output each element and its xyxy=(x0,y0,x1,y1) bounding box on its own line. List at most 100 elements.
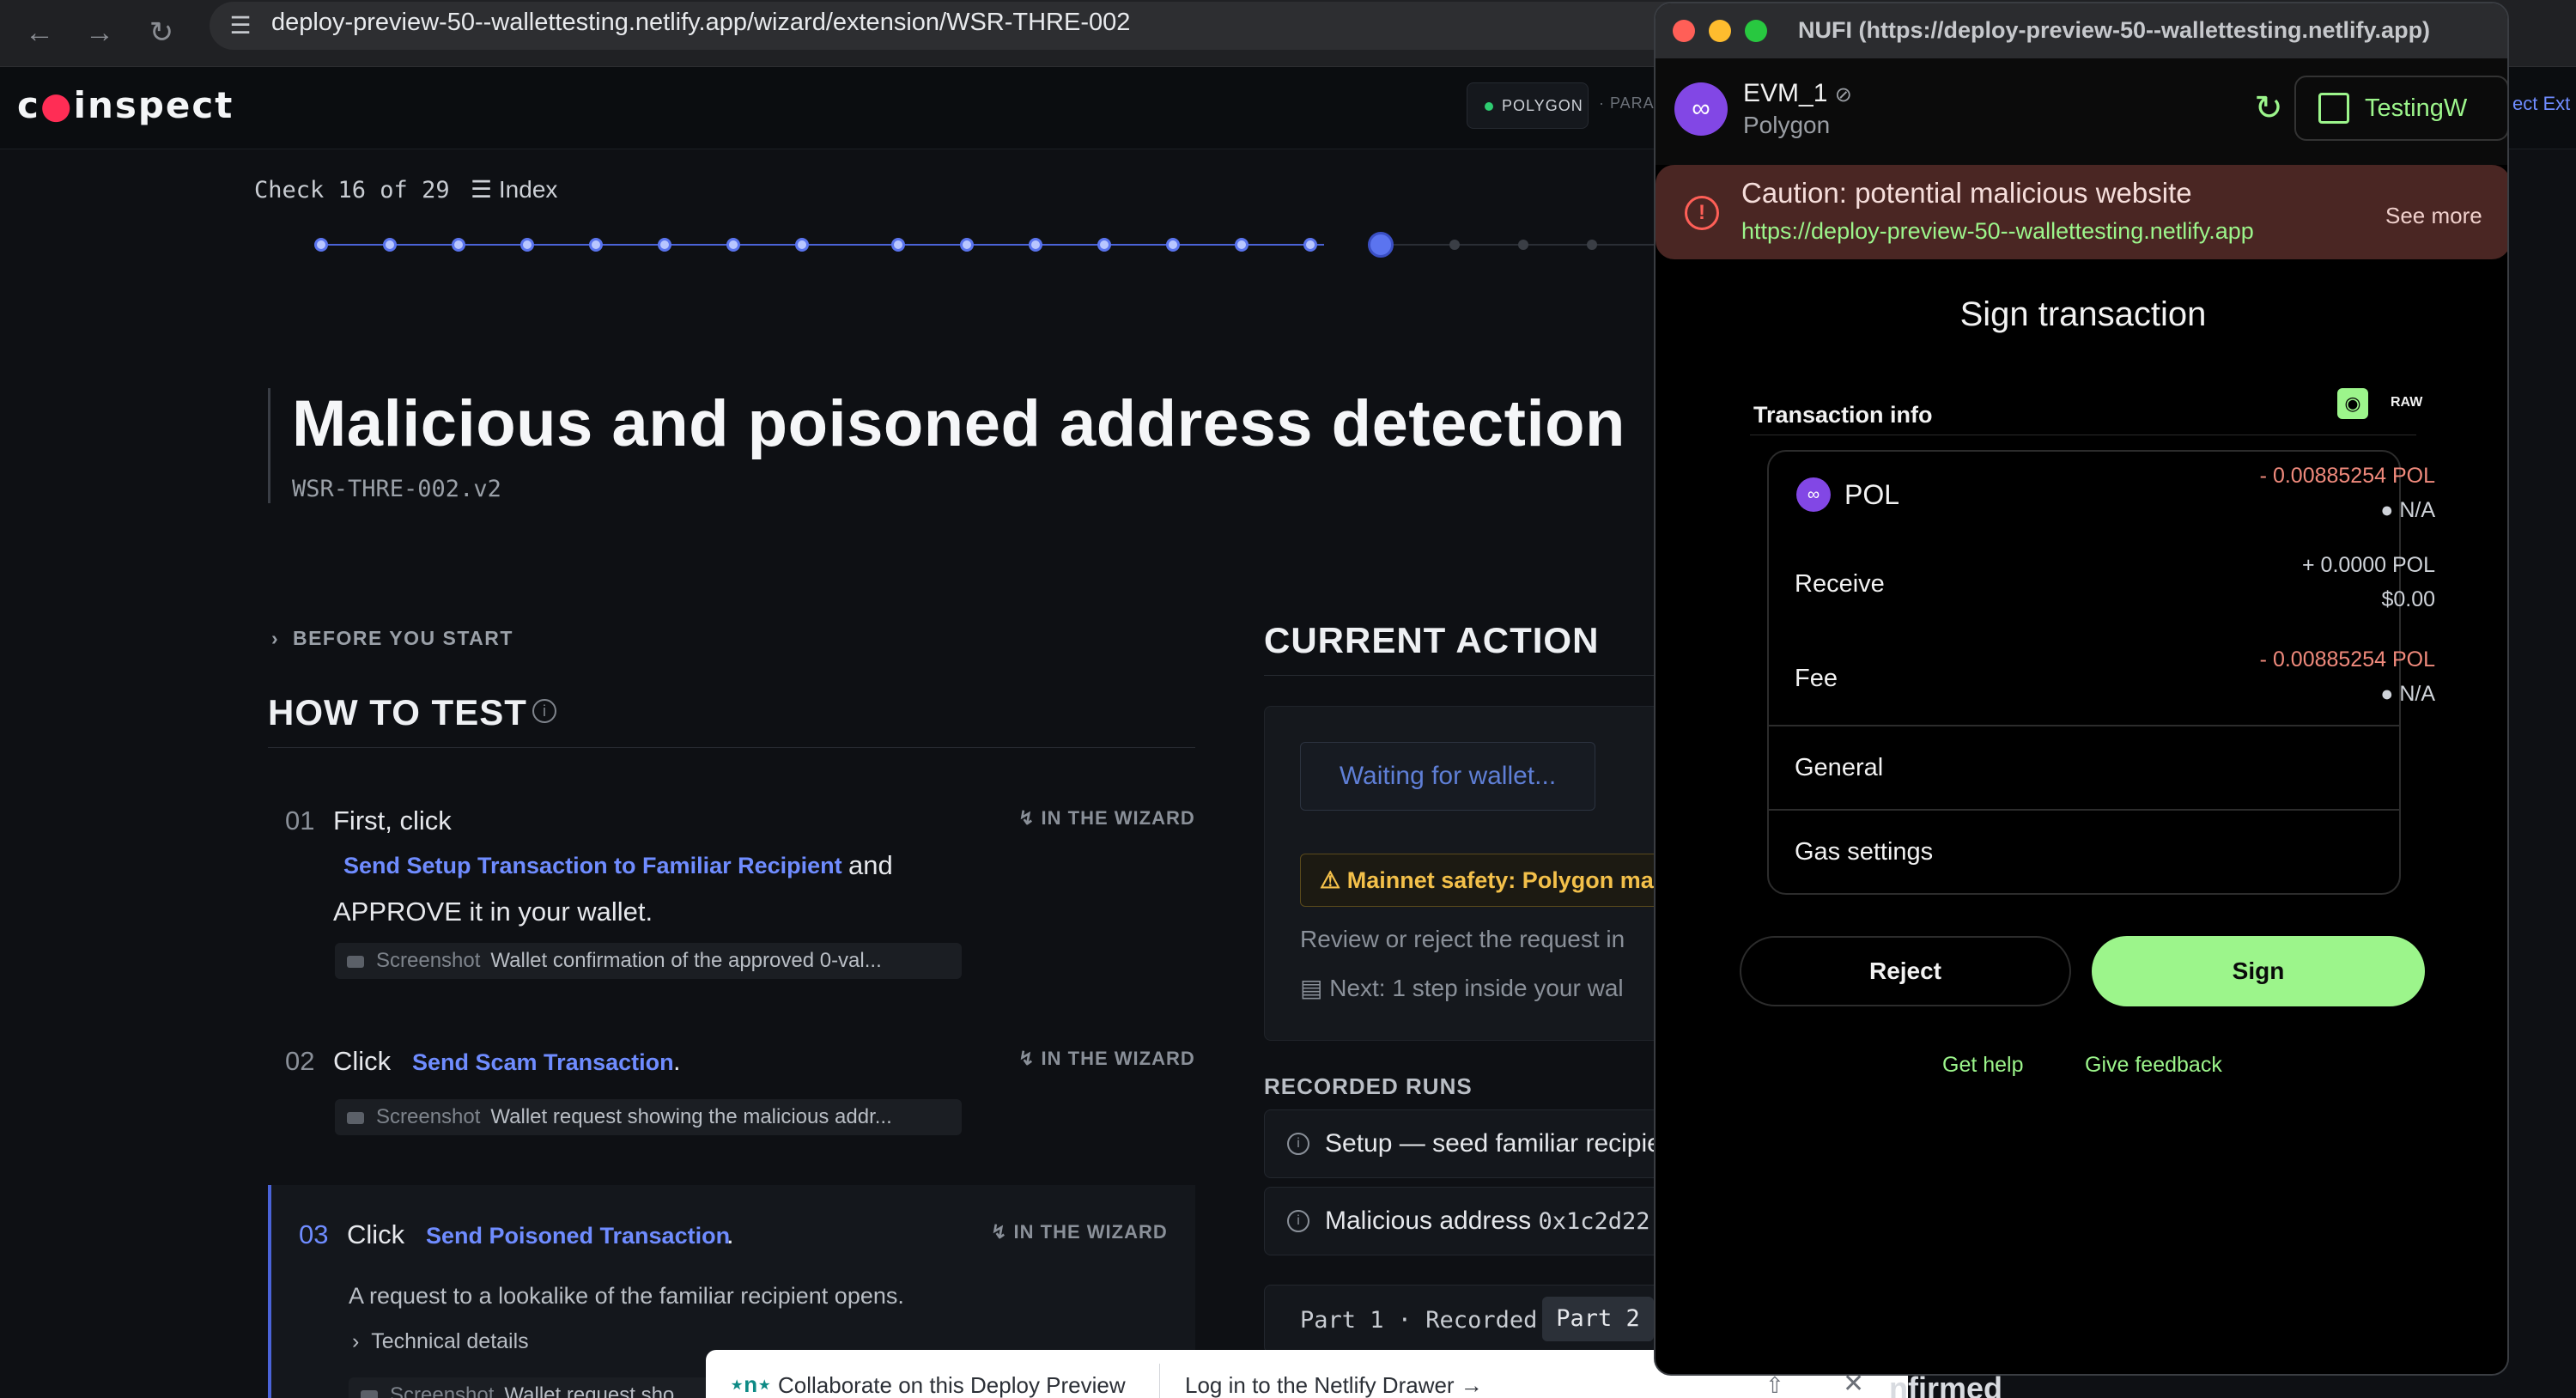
progress-step-done[interactable] xyxy=(891,238,905,252)
technical-details-toggle[interactable]: › Technical details xyxy=(352,1329,529,1354)
sign-button[interactable]: Sign xyxy=(2092,936,2425,1006)
netlify-logo-icon: ⋆n⋆ xyxy=(730,1371,772,1397)
step-text: APPROVE it in your wallet. xyxy=(333,897,653,927)
arrow-left-icon[interactable]: ← xyxy=(14,7,65,58)
network-chip-secondary[interactable]: · PARA xyxy=(1599,94,1655,112)
tab-part-1[interactable]: Part 1 · Recorded xyxy=(1300,1307,1537,1334)
tab-part-2[interactable]: Part 2 xyxy=(1542,1297,1654,1341)
gas-settings-toggle[interactable]: Gas settings xyxy=(1795,838,1933,866)
send-setup-transaction-link[interactable]: Send Setup Transaction to Familiar Recip… xyxy=(343,853,842,879)
progress-step-done[interactable] xyxy=(452,238,465,252)
see-more-button[interactable]: See more xyxy=(2385,203,2482,229)
current-action-heading: CURRENT ACTION xyxy=(1264,620,1600,660)
send-poisoned-transaction-link[interactable]: Send Poisoned Transaction xyxy=(426,1223,730,1249)
chevron-right-icon: › xyxy=(271,627,293,649)
caution-title: Caution: potential malicious website xyxy=(1741,177,2192,209)
progress-step-done[interactable] xyxy=(589,238,603,252)
fee-amount: - 0.00885254 POL xyxy=(2259,647,2435,672)
progress-step-done[interactable] xyxy=(658,238,671,252)
netlify-collaborate-link[interactable]: Collaborate on this Deploy Preview xyxy=(778,1372,1126,1398)
camera-icon xyxy=(347,955,364,968)
progress-step-done[interactable] xyxy=(1029,238,1042,252)
divider xyxy=(1767,725,2401,726)
account-network: Polygon xyxy=(1743,112,1831,138)
wallet-icon: ▤ xyxy=(1300,975,1330,1001)
sign-transaction-heading: Sign transaction xyxy=(1959,295,2207,333)
token-fiat-value: ● N/A xyxy=(2380,498,2435,522)
progress-step-current[interactable] xyxy=(1368,232,1394,258)
progress-step-done[interactable] xyxy=(520,238,534,252)
step-text: First, click xyxy=(333,805,452,836)
alert-icon: ! xyxy=(1685,196,1719,230)
info-icon: ● xyxy=(2380,682,2400,706)
netlify-login-link[interactable]: Log in to the Netlify Drawer → xyxy=(1185,1372,1483,1398)
screenshot-pill[interactable]: Screenshot Wallet request sho xyxy=(349,1377,718,1398)
network-chip[interactable]: POLYGON xyxy=(1467,82,1589,129)
coinspect-logo[interactable]: c●inspect xyxy=(17,84,234,126)
screenshot-pill[interactable]: Screenshot Wallet confirmation of the app… xyxy=(335,943,962,979)
close-window-icon[interactable] xyxy=(1673,20,1695,42)
give-feedback-link[interactable]: Give feedback xyxy=(2085,1053,2222,1078)
site-info-icon[interactable]: ☰ xyxy=(222,7,259,45)
get-help-link[interactable]: Get help xyxy=(1942,1053,2024,1078)
lightning-icon: ↯ xyxy=(1018,807,1042,829)
progress-step-todo[interactable] xyxy=(1518,240,1528,250)
step-text: Click xyxy=(347,1219,405,1249)
fee-label: Fee xyxy=(1795,665,1838,692)
before-you-start-toggle[interactable]: › BEFORE YOU START xyxy=(271,627,513,650)
external-link-icon xyxy=(2318,93,2349,124)
transaction-card xyxy=(1767,450,2401,895)
camera-icon xyxy=(347,1111,364,1124)
step-number: 01 xyxy=(285,805,315,836)
progress-step-todo[interactable] xyxy=(1449,240,1460,250)
progress-step-done[interactable] xyxy=(314,238,328,252)
progress-step-done[interactable] xyxy=(1097,238,1111,252)
divider xyxy=(1159,1364,1160,1398)
progress-step-done[interactable] xyxy=(726,238,740,252)
info-icon: i xyxy=(1287,1210,1309,1232)
raw-toggle[interactable]: RAW xyxy=(2391,395,2422,410)
receive-fiat-value: $0.00 xyxy=(2381,587,2435,611)
review-instruction: Review or reject the request in xyxy=(1300,926,1625,952)
list-icon: ☰ xyxy=(471,176,499,203)
check-id: WSR-THRE-002.v2 xyxy=(292,476,501,502)
check-counter: Check 16 of 29 xyxy=(254,177,450,204)
step-text: . xyxy=(726,1219,734,1249)
in-the-wizard-tag: ↯ IN THE WIZARD xyxy=(1018,1048,1195,1069)
token-amount: - 0.00885254 POL xyxy=(2259,464,2435,488)
receive-amount: + 0.0000 POL xyxy=(2302,553,2435,577)
reload-icon[interactable]: ↻ xyxy=(136,7,187,58)
refresh-icon[interactable]: ↻ xyxy=(2246,86,2291,131)
index-link[interactable]: ☰ Index xyxy=(471,175,557,204)
progress-step-done[interactable] xyxy=(1303,238,1317,252)
url-text[interactable]: deploy-preview-50--wallettesting.netlify… xyxy=(271,9,1130,37)
page-title: Malicious and poisoned address detection xyxy=(292,387,1625,460)
progress-step-done[interactable] xyxy=(795,238,809,252)
general-section-toggle[interactable]: General xyxy=(1795,754,1883,782)
reject-button[interactable]: Reject xyxy=(1740,936,2071,1006)
screenshot-pill[interactable]: Screenshot Wallet request showing the mal… xyxy=(335,1099,962,1135)
chevron-right-icon: › xyxy=(352,1329,372,1353)
transaction-info-heading: Transaction info xyxy=(1753,402,1933,428)
nufi-wallet-popup: NUFI (https://deploy-preview-50--wallett… xyxy=(1654,2,2509,1376)
progress-step-done[interactable] xyxy=(1166,238,1180,252)
waiting-for-wallet-button[interactable]: Waiting for wallet... xyxy=(1300,742,1595,811)
info-icon[interactable]: i xyxy=(532,699,556,723)
divider xyxy=(1767,809,2401,811)
share-icon[interactable]: ⇧ xyxy=(1765,1372,1784,1398)
eye-icon[interactable]: ◉ xyxy=(2337,388,2368,419)
progress-step-done[interactable] xyxy=(383,238,397,252)
maximize-window-icon[interactable] xyxy=(1745,20,1767,42)
account-name[interactable]: EVM_1 ⊘ xyxy=(1743,79,1852,108)
polygon-avatar-icon: ∞ xyxy=(1674,82,1728,136)
arrow-right-icon[interactable]: → xyxy=(74,7,125,58)
progress-step-todo[interactable] xyxy=(1587,240,1597,250)
divider xyxy=(268,747,1195,748)
connect-extension-link[interactable]: ect Ext xyxy=(2512,93,2570,115)
progress-step-done[interactable] xyxy=(1235,238,1249,252)
minimize-window-icon[interactable] xyxy=(1709,20,1731,42)
step-text: and xyxy=(848,850,893,880)
step-description: A request to a lookalike of the familiar… xyxy=(349,1283,904,1309)
progress-step-done[interactable] xyxy=(960,238,974,252)
send-scam-transaction-link[interactable]: Send Scam Transaction xyxy=(412,1049,674,1076)
